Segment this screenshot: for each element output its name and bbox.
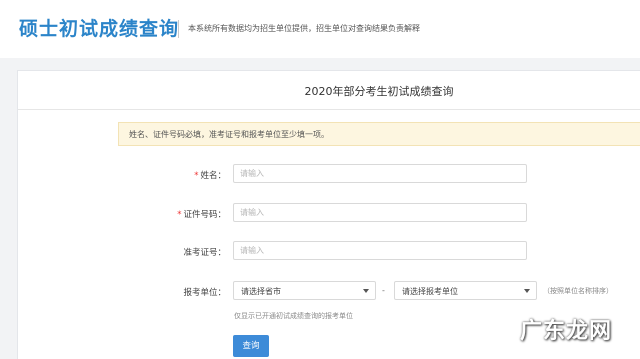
required-mark: * <box>194 171 199 181</box>
unit-select[interactable]: 请选择报考单位 <box>394 281 537 300</box>
province-select[interactable]: 请选择省市 <box>233 281 376 300</box>
name-input[interactable] <box>233 164 527 183</box>
chevron-down-icon <box>363 289 369 293</box>
id-label-group: * 证件号码： <box>150 208 226 220</box>
unit-label-group: 报考单位： <box>150 286 226 298</box>
select-separator: - <box>382 286 385 295</box>
panel-title: 2020年部分考生初试成绩查询 <box>304 85 454 98</box>
id-number-input[interactable] <box>233 203 527 222</box>
name-label: 姓名： <box>200 171 226 181</box>
unit-select-value: 请选择报考单位 <box>402 287 458 296</box>
exam-label-group: 准考证号： <box>150 246 226 258</box>
header-note: 本系统所有数据均为招生单位提供，招生单位对查询结果负责解释 <box>188 24 420 33</box>
exam-number-input[interactable] <box>233 241 527 260</box>
province-select-value: 请选择省市 <box>241 287 281 296</box>
notice-text: 姓名、证件号码必填，准考证号和报考单位至少填一项。 <box>129 130 329 139</box>
chevron-down-icon <box>524 289 530 293</box>
id-label: 证件号码： <box>183 210 226 220</box>
page-header: 硕士初试成绩查询 本系统所有数据均为招生单位提供，招生单位对查询结果负责解释 <box>0 0 640 58</box>
unit-hint: 仅显示已开通初试成绩查询的报考单位 <box>234 312 353 320</box>
notice-box: 姓名、证件号码必填，准考证号和报考单位至少填一项。 <box>118 122 640 146</box>
exam-number-label: 准考证号： <box>183 248 226 258</box>
header-divider <box>178 20 179 38</box>
unit-label: 报考单位： <box>183 288 226 298</box>
sort-hint: （按照单位名称排序） <box>543 287 613 295</box>
title-divider <box>18 109 640 110</box>
submit-button[interactable]: 查询 <box>233 335 269 357</box>
required-mark: * <box>177 210 182 220</box>
page-title: 硕士初试成绩查询 <box>19 18 180 40</box>
name-label-group: * 姓名： <box>150 169 226 181</box>
watermark-logo: 广东龙网 <box>520 319 613 344</box>
